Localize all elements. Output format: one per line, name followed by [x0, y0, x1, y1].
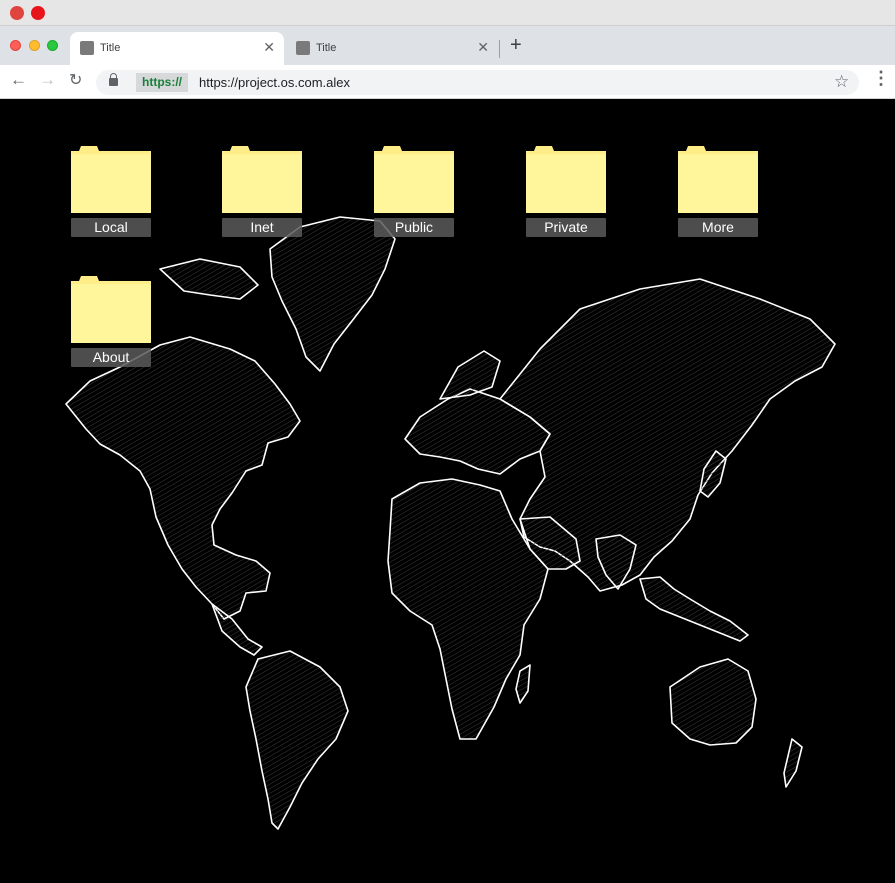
- folder-label: About: [71, 348, 151, 367]
- north-america-shape: [65, 336, 301, 620]
- browser-toolbar: ← → ↻ https:// https://project.os.com.al…: [0, 65, 895, 99]
- lock-icon[interactable]: [109, 73, 118, 86]
- page-favicon-icon: [296, 41, 310, 55]
- madagascar-shape: [515, 664, 531, 704]
- south-america-shape: [245, 650, 349, 830]
- os-close-dot[interactable]: [10, 6, 24, 20]
- tab-divider: [499, 40, 500, 58]
- tab-strip: Title ✕ Title ✕: [0, 26, 895, 65]
- back-arrow-icon[interactable]: ←: [10, 71, 27, 88]
- tab-2[interactable]: Title ✕: [286, 32, 498, 65]
- arctic-islands-shape: [159, 258, 259, 300]
- folder-label: Inet: [222, 218, 302, 237]
- forward-arrow-icon[interactable]: →: [39, 71, 56, 88]
- folder-label: Private: [526, 218, 606, 237]
- browser-menu-icon[interactable]: ⋮: [872, 69, 890, 87]
- folder-local[interactable]: Local: [71, 145, 151, 245]
- window-minimize-button[interactable]: [29, 40, 40, 51]
- folder-label: More: [678, 218, 758, 237]
- folder-about[interactable]: About: [71, 275, 151, 375]
- folder-icon: [678, 146, 758, 213]
- new-zealand-shape: [783, 738, 803, 788]
- tab-title: Title: [100, 42, 121, 54]
- folder-icon: [71, 146, 151, 213]
- page-favicon-icon: [80, 41, 94, 55]
- reload-icon[interactable]: ↻: [69, 73, 82, 89]
- folder-more[interactable]: More: [678, 145, 758, 245]
- os-title-bar: [0, 0, 895, 26]
- scandinavia-shape: [439, 350, 501, 400]
- tab-title: Title: [316, 42, 337, 54]
- tab-close-icon[interactable]: ✕: [477, 39, 489, 56]
- folder-icon: [71, 276, 151, 343]
- url-scheme-badge: https://: [136, 73, 188, 92]
- folder-private[interactable]: Private: [526, 145, 606, 245]
- folder-public[interactable]: Public: [374, 145, 454, 245]
- window-zoom-button[interactable]: [47, 40, 58, 51]
- folder-inet[interactable]: Inet: [222, 145, 302, 245]
- folder-icon: [374, 146, 454, 213]
- australia-shape: [669, 658, 757, 746]
- url-text[interactable]: https://project.os.com.alex: [199, 75, 350, 90]
- address-bar[interactable]: https:// https://project.os.com.alex ☆: [96, 70, 859, 95]
- folder-label: Local: [71, 218, 151, 237]
- bookmark-star-icon[interactable]: ☆: [834, 72, 849, 92]
- tab-1[interactable]: Title ✕: [70, 32, 284, 65]
- desktop: Local Inet Public Private More About: [0, 99, 895, 883]
- new-tab-button[interactable]: +: [510, 35, 522, 55]
- os-minimize-dot[interactable]: [31, 6, 45, 20]
- folder-icon: [222, 146, 302, 213]
- tab-close-icon[interactable]: ✕: [263, 39, 275, 56]
- folder-icon: [526, 146, 606, 213]
- folder-label: Public: [374, 218, 454, 237]
- window-close-button[interactable]: [10, 40, 21, 51]
- southeast-asia-shape: [639, 576, 749, 642]
